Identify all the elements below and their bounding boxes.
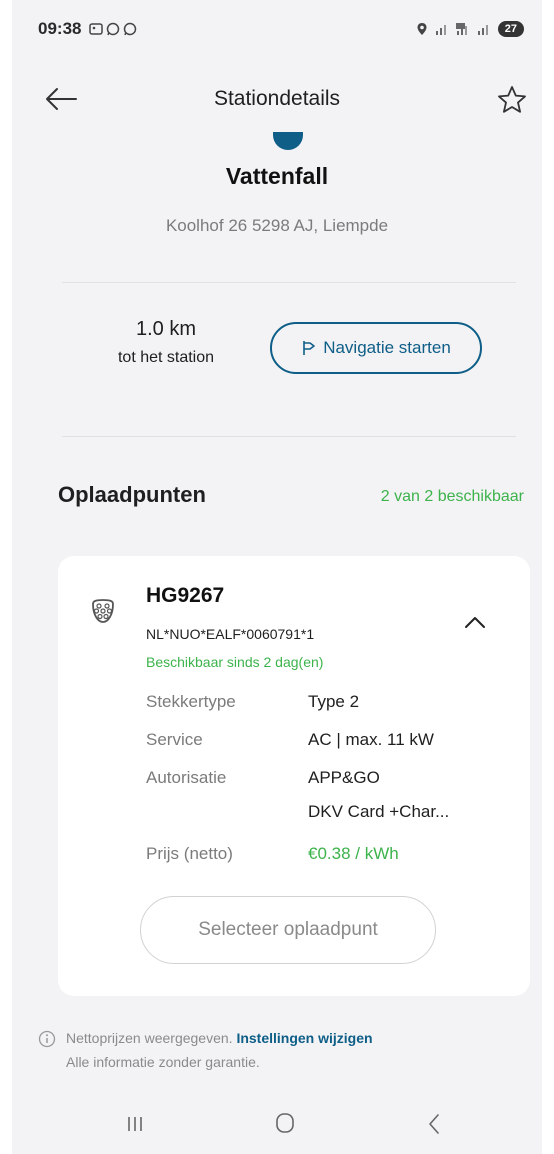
station-address: Koolhof 26 5298 AJ, Liempde	[165, 216, 389, 235]
distance-value: 1.0 km	[135, 318, 197, 340]
availability-count: 2 van 2 beschikbaar	[380, 488, 524, 505]
evse-id: NL*NUO*EALF*0060791*1	[146, 626, 315, 642]
gallery-icon	[89, 23, 104, 35]
home-icon[interactable]	[274, 1112, 296, 1134]
start-navigation-label: Navigatie starten	[323, 338, 451, 357]
detail-value-authorization-2: DKV Card +Char...	[308, 802, 450, 821]
detail-label-service: Service	[146, 730, 203, 749]
start-navigation-button[interactable]: Navigatie starten	[270, 322, 482, 374]
chevron-up-icon[interactable]	[460, 612, 490, 632]
page-title: Stationdetails	[213, 87, 341, 110]
signal-icon	[477, 25, 488, 35]
change-settings-link[interactable]: Instellingen wijzigen	[236, 1030, 372, 1046]
system-status-icons: 27	[416, 21, 524, 37]
status-bar: 09:38 27	[12, 0, 542, 58]
detail-label-plug-type: Stekkertype	[146, 692, 236, 711]
divider	[62, 436, 516, 437]
divider	[62, 282, 516, 283]
signal-icon	[435, 25, 446, 35]
availability-status: Beschikbaar sinds 2 dag(en)	[146, 654, 324, 670]
system-nav-bar	[12, 1092, 542, 1154]
charge-points-title: Oplaadpunten	[58, 482, 206, 507]
navigation-flag-icon	[303, 341, 316, 355]
app-screen: 09:38 27 Stationdetails Vattenfall Koolh…	[12, 0, 542, 1154]
station-operator: Vattenfall	[225, 163, 329, 189]
signal-5g-icon	[455, 23, 467, 35]
detail-label-price: Prijs (netto)	[146, 844, 233, 863]
distance-label: tot het station	[117, 349, 215, 366]
star-outline-icon[interactable]	[496, 84, 528, 116]
status-time: 09:38	[38, 19, 82, 38]
detail-value-authorization: APP&GO	[308, 768, 380, 787]
detail-value-plug-type: Type 2	[308, 692, 360, 711]
whatsapp-icon	[107, 22, 120, 36]
battery-indicator: 27	[497, 21, 524, 37]
info-icon	[38, 1030, 56, 1048]
note-prefix: Nettoprijzen weergegeven.	[66, 1030, 237, 1046]
type2-connector-icon	[92, 599, 114, 623]
notification-icons	[89, 22, 137, 36]
select-charge-point-button[interactable]: Selecteer oplaadpunt	[140, 896, 436, 964]
recent-apps-icon[interactable]	[125, 1114, 145, 1134]
app-header: Stationdetails	[12, 58, 542, 140]
note-line-1: Nettoprijzen weergegeven. Instellingen w…	[66, 1030, 373, 1046]
charge-point-id: HG9267	[146, 584, 225, 607]
note-line-2: Alle informatie zonder garantie.	[66, 1054, 260, 1070]
location-icon	[417, 23, 427, 35]
charge-point-card: HG9267 NL*NUO*EALF*0060791*1 Beschikbaar…	[58, 556, 530, 996]
detail-label-authorization: Autorisatie	[146, 768, 227, 787]
whatsapp-icon	[124, 22, 137, 36]
detail-value-price: €0.38 / kWh	[308, 844, 399, 863]
distance-info: 1.0 km tot het station	[76, 318, 256, 367]
station-marker-icon	[273, 132, 303, 150]
system-back-icon[interactable]	[426, 1112, 442, 1136]
arrow-left-icon[interactable]	[42, 82, 82, 116]
detail-value-service: AC | max. 11 kW	[308, 730, 434, 749]
